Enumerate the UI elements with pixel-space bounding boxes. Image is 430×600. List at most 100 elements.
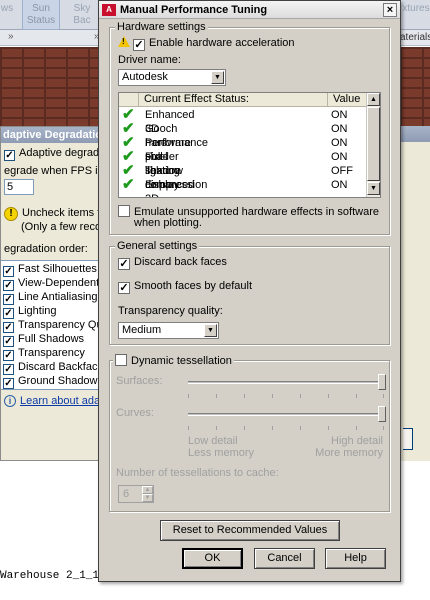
scroll-down-icon[interactable]: ▼ bbox=[367, 182, 380, 195]
effect-name: Enhanced 2D Performance bbox=[145, 179, 195, 197]
background-dialog-edge bbox=[400, 126, 430, 461]
low-detail-label: Low detail bbox=[188, 435, 238, 447]
smooth-faces-label: Smooth faces by default bbox=[134, 280, 253, 292]
chevron-down-icon[interactable]: ▼ bbox=[211, 71, 224, 84]
reset-recommended-button[interactable]: Reset to Recommended Values bbox=[160, 520, 340, 541]
info-icon: i bbox=[4, 395, 16, 407]
surfaces-slider-ticks bbox=[188, 394, 384, 398]
list-item-label: Fast Silhouettes bbox=[18, 263, 97, 275]
list-item-label: Full Shadows bbox=[18, 333, 85, 345]
scroll-up-icon[interactable]: ▲ bbox=[367, 93, 380, 106]
sky-background-label[interactable]: Sky Bac bbox=[64, 0, 100, 30]
list-item[interactable]: ✓ Ground Shadows bbox=[3, 375, 102, 389]
effect-value: ON bbox=[331, 179, 348, 191]
surfaces-slider-track[interactable] bbox=[188, 381, 384, 384]
curves-slider-thumb[interactable] bbox=[378, 406, 386, 422]
adaptive-degradation-label: Adaptive degradation bbox=[19, 147, 102, 159]
learn-adaptive-link[interactable]: i Learn about adaptive bbox=[4, 395, 102, 407]
chevron-down-icon[interactable]: ▼ bbox=[204, 324, 217, 337]
effect-status-list[interactable]: Current Effect Status: Value ✔ Enhanced 3… bbox=[118, 92, 381, 198]
help-button[interactable]: Help bbox=[325, 548, 386, 569]
dynamic-tessellation-toggle[interactable]: Dynamic tessellation bbox=[113, 354, 234, 367]
general-settings-legend: General settings bbox=[115, 240, 200, 252]
surfaces-slider-thumb[interactable] bbox=[378, 374, 386, 390]
ok-button[interactable]: OK bbox=[182, 548, 243, 569]
list-item-label: Transparency Qualit bbox=[18, 319, 102, 331]
list-item[interactable]: ✓ Transparency bbox=[3, 347, 85, 361]
effect-status-header: Current Effect Status: Value bbox=[119, 93, 367, 107]
manual-performance-tuning-dialog: A Manual Performance Tuning × Hardware s… bbox=[98, 0, 401, 582]
brick-texture-viewport bbox=[400, 47, 430, 127]
background-dialog-titlebar bbox=[401, 126, 430, 142]
list-item-label: Line Antialiasing bbox=[18, 291, 98, 303]
warning-line-2: (Only a few recomm bbox=[21, 221, 102, 233]
textures-label[interactable]: xtures bbox=[402, 0, 430, 30]
brick-texture-viewport bbox=[0, 47, 100, 127]
curves-slider-track[interactable] bbox=[188, 413, 384, 416]
adaptive-degradation-dialog: daptive Degradation ✓ Adaptive degradatio… bbox=[0, 126, 103, 461]
checkbox-checked-icon: ✓ bbox=[3, 280, 14, 291]
discard-back-faces-checkbox[interactable]: ✓ Discard back faces bbox=[118, 256, 227, 270]
command-line-text: Warehouse 2_1_1 bbox=[0, 570, 100, 582]
degradation-order-list[interactable]: ✓ Fast Silhouettes ✓ View-Dependent Ob ✓ Li… bbox=[1, 260, 103, 390]
fps-input[interactable]: 5 bbox=[4, 179, 34, 195]
curves-slider-ticks bbox=[188, 426, 384, 430]
warning-note: ! Uncheck items that bbox=[4, 207, 102, 221]
list-item-label: Discard Backfaces bbox=[18, 361, 103, 373]
fps-label: egrade when FPS is belo bbox=[4, 165, 102, 177]
expand-chevron-icon[interactable]: » bbox=[8, 31, 14, 42]
effect-list-scrollbar[interactable]: ▲ ▼ bbox=[366, 93, 380, 197]
materials-label[interactable]: aterials bbox=[400, 32, 430, 43]
warning-line-1: Uncheck items that bbox=[22, 207, 102, 219]
checkbox-checked-icon: ✓ bbox=[3, 266, 14, 277]
background-dialog-button[interactable] bbox=[403, 428, 413, 450]
checkbox-checked-icon: ✓ bbox=[3, 308, 14, 319]
effect-value: OFF bbox=[331, 165, 353, 177]
effect-value: ON bbox=[331, 137, 348, 149]
smooth-faces-checkbox[interactable]: ✓ Smooth faces by default bbox=[118, 280, 252, 294]
enable-hardware-acceleration-label: Enable hardware acceleration bbox=[149, 37, 295, 49]
list-item-label: Lighting bbox=[18, 305, 57, 317]
warning-icon: ! bbox=[4, 207, 18, 221]
scroll-thumb[interactable] bbox=[367, 107, 380, 181]
effect-value: ON bbox=[331, 109, 348, 121]
surfaces-label: Surfaces: bbox=[116, 375, 163, 387]
stepper-up-icon[interactable]: ▲ bbox=[142, 486, 153, 494]
transparency-quality-select[interactable]: Medium ▼ bbox=[118, 322, 219, 339]
learn-adaptive-link-text[interactable]: Learn about adaptive bbox=[20, 395, 102, 407]
enable-hardware-acceleration-checkbox[interactable]: ! ✓ Enable hardware acceleration bbox=[118, 36, 295, 51]
checkbox-checked-icon: ✓ bbox=[3, 364, 14, 375]
discard-back-faces-label: Discard back faces bbox=[134, 256, 227, 268]
checkbox-unchecked-icon bbox=[115, 354, 127, 366]
check-icon: ✔ bbox=[122, 176, 135, 193]
checkbox-checked-icon: ✓ bbox=[3, 350, 14, 361]
list-item[interactable]: ✓ View-Dependent Ob bbox=[3, 277, 102, 291]
value-header[interactable]: Value bbox=[328, 93, 367, 107]
sun-status-button[interactable]: Sun Status bbox=[22, 0, 60, 30]
current-effect-status-header[interactable]: Current Effect Status: bbox=[139, 93, 328, 107]
checkbox-checked-icon: ✓ bbox=[3, 322, 14, 333]
less-memory-label: Less memory bbox=[188, 447, 255, 459]
high-detail-label: High detail bbox=[331, 435, 383, 447]
list-item[interactable]: ✓ Full Shadows bbox=[3, 333, 84, 347]
dynamic-tessellation-legend: Dynamic tessellation bbox=[131, 355, 232, 367]
list-item[interactable]: ✓ Line Antialiasing bbox=[3, 291, 98, 305]
list-item[interactable]: ✓ Transparency Qualit bbox=[3, 319, 102, 333]
dialog-title: Manual Performance Tuning bbox=[120, 4, 268, 16]
driver-name-value: Autodesk bbox=[122, 71, 168, 83]
driver-name-select[interactable]: Autodesk ▼ bbox=[118, 69, 226, 86]
stepper-down-icon[interactable]: ▼ bbox=[142, 494, 153, 502]
warning-icon: ! bbox=[118, 36, 130, 47]
sun-status-label: Sun Status bbox=[26, 3, 56, 26]
general-settings-group: General settings ✓ Discard back faces ✓ Sm… bbox=[109, 240, 390, 345]
tessellation-cache-stepper[interactable]: 6 ▲ ▼ bbox=[118, 485, 154, 503]
list-item[interactable]: ✓ Fast Silhouettes bbox=[3, 263, 97, 277]
cancel-button[interactable]: Cancel bbox=[254, 548, 315, 569]
checkbox-checked-icon: ✓ bbox=[118, 282, 130, 294]
autocad-app-icon: A bbox=[102, 4, 116, 16]
list-item[interactable]: ✓ Discard Backfaces bbox=[3, 361, 103, 375]
list-item-label: View-Dependent Ob bbox=[18, 277, 102, 289]
list-item[interactable]: ✓ Lighting bbox=[3, 305, 57, 319]
close-button[interactable]: × bbox=[383, 3, 397, 17]
adaptive-degradation-checkbox[interactable]: ✓ Adaptive degradation bbox=[4, 147, 102, 161]
